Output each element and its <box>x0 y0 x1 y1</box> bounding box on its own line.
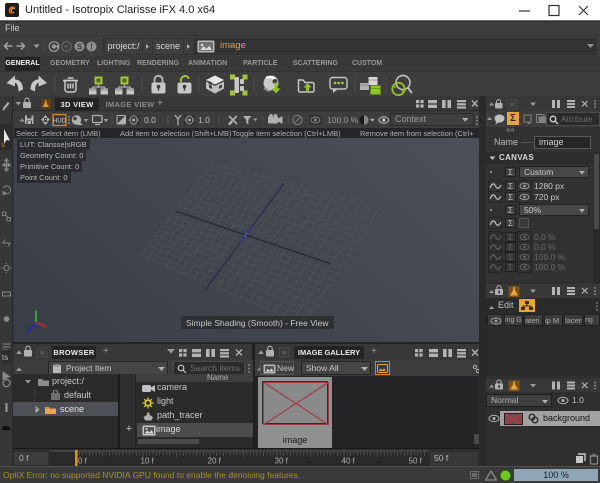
svg-text:HUD: HUD <box>53 119 67 125</box>
svg-text:10 f: 10 f <box>141 457 155 466</box>
svg-text:50 f: 50 f <box>409 457 423 466</box>
svg-text:20 f: 20 f <box>208 457 222 466</box>
svg-text:!: ! <box>90 43 93 52</box>
svg-text:40 f: 40 f <box>342 457 356 466</box>
svg-text:S: S <box>77 43 83 52</box>
svg-text:ts: ts <box>2 353 8 362</box>
svg-text:0 f: 0 f <box>78 457 88 466</box>
svg-text:30 f: 30 f <box>275 457 289 466</box>
